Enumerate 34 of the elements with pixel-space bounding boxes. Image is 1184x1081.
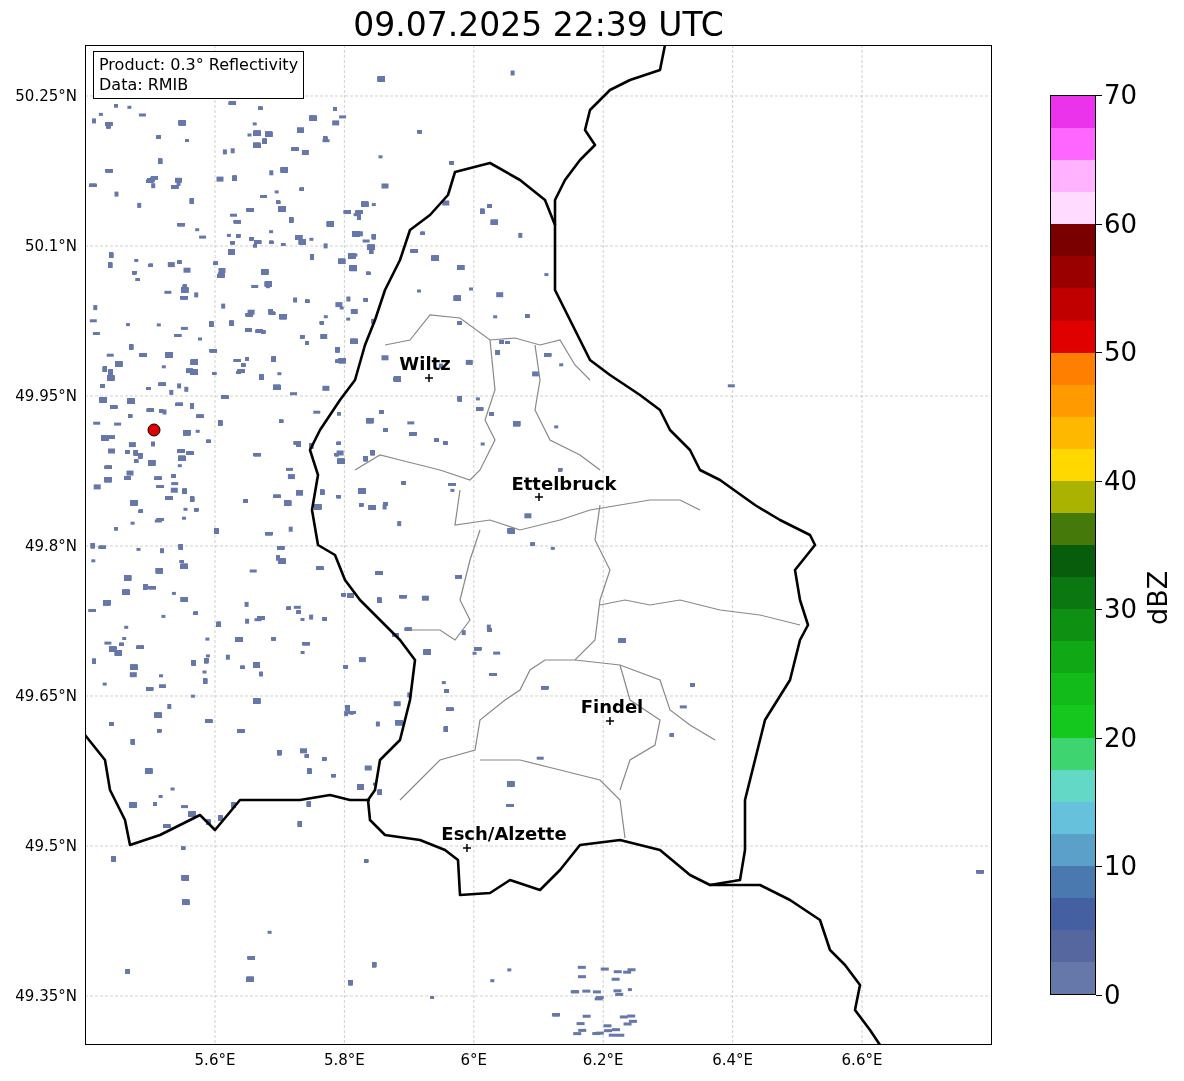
colorbar-tick-label: 20 xyxy=(1104,722,1138,753)
colorbar-tick-label: 10 xyxy=(1104,851,1138,882)
city-label: Wiltz xyxy=(399,352,451,374)
city-label: Findel xyxy=(580,695,644,717)
latitude-tick-label: 49.35°N xyxy=(15,987,77,1005)
city-marker-icon xyxy=(462,843,472,853)
city-marker-icon xyxy=(534,492,544,502)
city-label: Esch/Alzette xyxy=(441,822,567,844)
city-marker-icon xyxy=(424,373,434,383)
latitude-tick-label: 49.5°N xyxy=(24,837,77,855)
radar-site-icon xyxy=(147,423,161,437)
latitude-tick-label: 50.1°N xyxy=(24,237,77,255)
legend-text: Data: RMIB xyxy=(99,75,190,95)
colorbar-tick-label: 40 xyxy=(1104,465,1138,496)
colorbar-tick-label: 50 xyxy=(1104,337,1138,368)
legend-text: Product: 0.3° Reflectivity xyxy=(99,55,299,75)
longitude-tick-label: 5.8°E xyxy=(323,1051,365,1069)
latitude-tick-label: 49.65°N xyxy=(15,687,77,705)
longitude-tick-label: 5.6°E xyxy=(194,1051,236,1069)
colorbar-tick-label: 0 xyxy=(1104,980,1121,1010)
colorbar-tick-label: 60 xyxy=(1104,208,1138,239)
longitude-tick-label: 6.2°E xyxy=(582,1051,624,1069)
colorbar-label: dBZ xyxy=(1142,570,1173,625)
colorbar-tick-label: 70 xyxy=(1104,80,1138,110)
longitude-tick-label: 6°E xyxy=(460,1051,488,1069)
chart-title: 09.07.2025 22:39 UTC xyxy=(352,5,725,45)
city-label: Ettelbruck xyxy=(511,472,617,494)
latitude-tick-label: 49.95°N xyxy=(15,387,77,405)
longitude-tick-label: 6.4°E xyxy=(712,1051,753,1069)
colorbar-tick-label: 30 xyxy=(1104,594,1138,625)
city-marker-icon xyxy=(605,716,615,726)
latitude-tick-label: 50.25°N xyxy=(15,87,77,105)
longitude-tick-label: 6.6°E xyxy=(841,1051,883,1069)
latitude-tick-label: 49.8°N xyxy=(24,537,77,555)
